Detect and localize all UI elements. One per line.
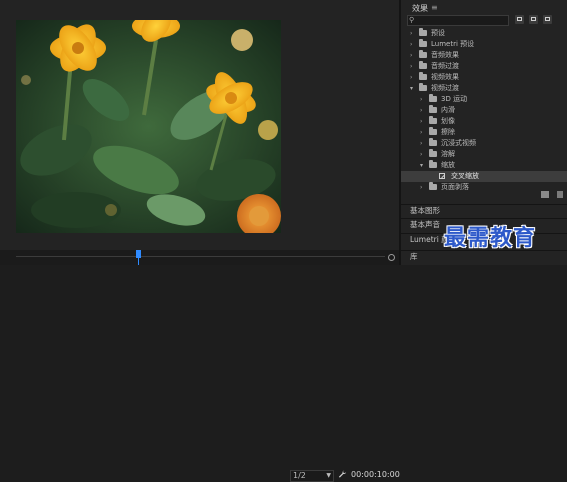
tree-item-label: 音频效果 [431, 51, 459, 59]
chevron-down-icon: ▼ [326, 472, 331, 479]
tree-folder-item[interactable]: › 内滑 [401, 105, 567, 116]
tree-item-label: 3D 运动 [441, 95, 468, 103]
32bit-icon [531, 17, 536, 21]
chevron-right-icon[interactable]: › [410, 50, 416, 61]
folder-icon [419, 28, 427, 36]
flower-video-image [16, 20, 281, 233]
search-icon: ⚲ [409, 16, 415, 24]
panel-menu-icon[interactable]: ≡ [431, 3, 438, 12]
folder-icon [429, 160, 437, 168]
chevron-right-icon[interactable]: › [420, 182, 426, 193]
tree-folder-item[interactable]: › 沉浸式视频 [401, 138, 567, 149]
folder-icon [429, 138, 437, 146]
chevron-right-icon[interactable]: › [420, 94, 426, 105]
chevron-right-icon[interactable]: › [410, 72, 416, 83]
tree-item-label: 擦除 [441, 128, 455, 136]
panel-title[interactable]: 效果 [412, 3, 428, 14]
folder-icon [419, 39, 427, 47]
tree-folder-item[interactable]: ▾ 视频过渡 [401, 83, 567, 94]
section-essential-graphics[interactable]: 基本图形 [401, 204, 567, 217]
folder-icon [429, 94, 437, 102]
playhead-line [137, 258, 139, 265]
folder-icon [419, 61, 427, 69]
wrench-icon[interactable] [338, 469, 347, 479]
effect-icon [439, 173, 445, 179]
tree-item-label: 预设 [431, 29, 445, 37]
folder-icon [429, 149, 437, 157]
tree-item-label: 音频过渡 [431, 62, 459, 70]
tree-folder-item[interactable]: › 预设 [401, 28, 567, 39]
playhead-marker[interactable] [135, 250, 141, 258]
chevron-down-icon[interactable]: ▾ [410, 83, 416, 94]
new-bin-icon[interactable] [541, 191, 549, 198]
tree-item-label: 划像 [441, 117, 455, 125]
tree-folder-item[interactable]: › 音频效果 [401, 50, 567, 61]
accelerated-effects-button[interactable] [515, 15, 524, 24]
tree-folder-item[interactable]: › 3D 运动 [401, 94, 567, 105]
resolution-value: 1/2 [293, 471, 306, 480]
video-frame [16, 20, 281, 233]
tree-folder-item[interactable]: › Lumetri 预设 [401, 39, 567, 50]
tree-item-label: 页面剥落 [441, 183, 469, 191]
tree-item-label: 沉浸式视频 [441, 139, 476, 147]
folder-icon [429, 182, 437, 190]
delete-icon[interactable] [557, 191, 563, 198]
timeline-scrubber[interactable] [0, 250, 399, 265]
folder-icon [419, 50, 427, 58]
folder-icon [429, 116, 437, 124]
program-monitor: 1/2 ▼ 00:00:10:00 [0, 0, 400, 482]
chevron-right-icon[interactable]: › [410, 39, 416, 50]
effects-search-input[interactable]: ⚲ [407, 15, 509, 26]
chevron-right-icon[interactable]: › [410, 28, 416, 39]
tree-folder-item[interactable]: › 划像 [401, 116, 567, 127]
accelerated-icon [517, 17, 522, 21]
tree-item-label: 视频效果 [431, 73, 459, 81]
chevron-down-icon[interactable]: ▾ [420, 160, 426, 171]
tree-item-label: 交叉缩放 [451, 172, 479, 180]
zoom-handle[interactable] [388, 254, 395, 261]
tree-folder-item[interactable]: › 溶解 [401, 149, 567, 160]
tree-folder-item[interactable]: › 视频效果 [401, 72, 567, 83]
tree-item-label: 缩放 [441, 161, 455, 169]
folder-icon [429, 127, 437, 135]
tree-folder-item[interactable]: › 擦除 [401, 127, 567, 138]
timecode-display[interactable]: 00:00:10:00 [351, 470, 400, 479]
folder-icon [419, 83, 427, 91]
tree-item-label: Lumetri 预设 [431, 40, 475, 48]
timeline-ruler [16, 256, 385, 257]
32bit-effects-button[interactable] [529, 15, 538, 24]
chevron-right-icon[interactable]: › [420, 138, 426, 149]
chevron-right-icon[interactable]: › [420, 105, 426, 116]
chevron-right-icon[interactable]: › [420, 149, 426, 160]
effect-item[interactable]: 交叉缩放 [401, 171, 567, 182]
tree-item-label: 视频过渡 [431, 84, 459, 92]
tree-item-label: 溶解 [441, 150, 455, 158]
yuv-icon [545, 17, 550, 21]
tree-folder-item[interactable]: › 音频过渡 [401, 61, 567, 72]
folder-icon [429, 105, 437, 113]
tree-item-label: 内滑 [441, 106, 455, 114]
tree-folder-item[interactable]: ▾ 缩放 [401, 160, 567, 171]
monitor-controls: 1/2 ▼ 00:00:10:00 [0, 233, 400, 482]
effects-tree: › 预设 › Lumetri 预设 › 音频效果 › 音频过渡 › 视频效果 ▾ 视频过渡 › 3D 运动… [401, 28, 567, 193]
folder-icon [419, 72, 427, 80]
yuv-effects-button[interactable] [543, 15, 552, 24]
resolution-dropdown[interactable]: 1/2 ▼ [290, 470, 334, 482]
chevron-right-icon[interactable]: › [410, 61, 416, 72]
watermark-logo: 最需教育 [444, 225, 537, 251]
chevron-right-icon[interactable]: › [420, 127, 426, 138]
chevron-right-icon[interactable]: › [420, 116, 426, 127]
